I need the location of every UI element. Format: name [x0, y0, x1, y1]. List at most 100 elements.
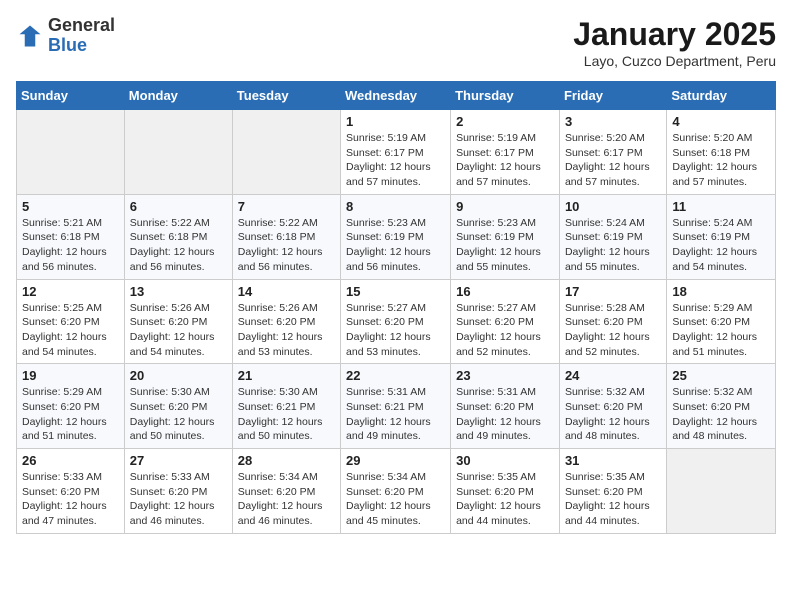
calendar-cell: 2 Sunrise: 5:19 AM Sunset: 6:17 PM Daylig… — [451, 110, 560, 195]
calendar-cell: 15Sunrise: 5:27 AM Sunset: 6:20 PM Dayli… — [341, 279, 451, 364]
day-number: 18 — [672, 284, 770, 299]
day-info: Sunrise: 5:33 AM Sunset: 6:20 PM Dayligh… — [130, 470, 227, 529]
day-info: Sunrise: 5:27 AM Sunset: 6:20 PM Dayligh… — [346, 301, 445, 360]
weekday-header: Sunday — [17, 82, 125, 110]
day-info: Sunrise: 5:20 AM Sunset: 6:17 PM Dayligh… — [565, 131, 661, 190]
calendar-cell: 13 Sunrise: 5:26 AM Sunset: 6:20 PM Dayli… — [124, 279, 232, 364]
day-info: Sunrise: 5:24 AM Sunset: 6:19 PM Dayligh… — [672, 216, 770, 275]
calendar-cell: 21 Sunrise: 5:30 AM Sunset: 6:21 PM Dayli… — [232, 364, 340, 449]
calendar-cell: 3Sunrise: 5:20 AM Sunset: 6:17 PM Daylig… — [559, 110, 666, 195]
day-number: 5 — [22, 199, 119, 214]
calendar-cell: 22 Sunrise: 5:31 AM Sunset: 6:21 PM Dayli… — [341, 364, 451, 449]
calendar-week-row: 26 Sunrise: 5:33 AM Sunset: 6:20 PM Dayli… — [17, 449, 776, 534]
calendar-cell: 7Sunrise: 5:22 AM Sunset: 6:18 PM Daylig… — [232, 194, 340, 279]
calendar-cell: 31 Sunrise: 5:35 AM Sunset: 6:20 PM Dayli… — [559, 449, 666, 534]
day-number: 12 — [22, 284, 119, 299]
calendar-cell: 16Sunrise: 5:27 AM Sunset: 6:20 PM Dayli… — [451, 279, 560, 364]
day-info: Sunrise: 5:33 AM Sunset: 6:20 PM Dayligh… — [22, 470, 119, 529]
day-number: 11 — [672, 199, 770, 214]
day-number: 1 — [346, 114, 445, 129]
day-number: 6 — [130, 199, 227, 214]
day-info: Sunrise: 5:20 AM Sunset: 6:18 PM Dayligh… — [672, 131, 770, 190]
weekday-header: Friday — [559, 82, 666, 110]
weekday-header: Monday — [124, 82, 232, 110]
calendar-cell: 18 Sunrise: 5:29 AM Sunset: 6:20 PM Dayli… — [667, 279, 776, 364]
weekday-header: Saturday — [667, 82, 776, 110]
calendar-cell: 4 Sunrise: 5:20 AM Sunset: 6:18 PM Daylig… — [667, 110, 776, 195]
calendar-cell: 30 Sunrise: 5:35 AM Sunset: 6:20 PM Dayli… — [451, 449, 560, 534]
day-info: Sunrise: 5:22 AM Sunset: 6:18 PM Dayligh… — [238, 216, 335, 275]
day-info: Sunrise: 5:23 AM Sunset: 6:19 PM Dayligh… — [346, 216, 445, 275]
day-number: 22 — [346, 368, 445, 383]
day-number: 28 — [238, 453, 335, 468]
day-number: 10 — [565, 199, 661, 214]
day-number: 8 — [346, 199, 445, 214]
calendar-cell: 29 Sunrise: 5:34 AM Sunset: 6:20 PM Dayli… — [341, 449, 451, 534]
day-info: Sunrise: 5:34 AM Sunset: 6:20 PM Dayligh… — [238, 470, 335, 529]
day-number: 27 — [130, 453, 227, 468]
day-number: 19 — [22, 368, 119, 383]
day-info: Sunrise: 5:26 AM Sunset: 6:20 PM Dayligh… — [238, 301, 335, 360]
calendar-cell: 27 Sunrise: 5:33 AM Sunset: 6:20 PM Dayli… — [124, 449, 232, 534]
logo-general: General — [48, 16, 115, 36]
calendar-cell: 9Sunrise: 5:23 AM Sunset: 6:19 PM Daylig… — [451, 194, 560, 279]
calendar-week-row: 5 Sunrise: 5:21 AM Sunset: 6:18 PM Daylig… — [17, 194, 776, 279]
day-info: Sunrise: 5:19 AM Sunset: 6:17 PM Dayligh… — [456, 131, 554, 190]
calendar-cell: 20 Sunrise: 5:30 AM Sunset: 6:20 PM Dayli… — [124, 364, 232, 449]
calendar-week-row: 1 Sunrise: 5:19 AM Sunset: 6:17 PM Daylig… — [17, 110, 776, 195]
calendar-cell: 11 Sunrise: 5:24 AM Sunset: 6:19 PM Dayli… — [667, 194, 776, 279]
day-info: Sunrise: 5:30 AM Sunset: 6:20 PM Dayligh… — [130, 385, 227, 444]
calendar-cell: 8 Sunrise: 5:23 AM Sunset: 6:19 PM Daylig… — [341, 194, 451, 279]
calendar-cell: 6 Sunrise: 5:22 AM Sunset: 6:18 PM Daylig… — [124, 194, 232, 279]
calendar-cell: 28 Sunrise: 5:34 AM Sunset: 6:20 PM Dayli… — [232, 449, 340, 534]
day-info: Sunrise: 5:35 AM Sunset: 6:20 PM Dayligh… — [456, 470, 554, 529]
calendar-cell — [232, 110, 340, 195]
day-info: Sunrise: 5:27 AM Sunset: 6:20 PM Dayligh… — [456, 301, 554, 360]
day-number: 30 — [456, 453, 554, 468]
day-info: Sunrise: 5:34 AM Sunset: 6:20 PM Dayligh… — [346, 470, 445, 529]
calendar-cell: 5 Sunrise: 5:21 AM Sunset: 6:18 PM Daylig… — [17, 194, 125, 279]
calendar-week-row: 19Sunrise: 5:29 AM Sunset: 6:20 PM Dayli… — [17, 364, 776, 449]
calendar-cell: 23Sunrise: 5:31 AM Sunset: 6:20 PM Dayli… — [451, 364, 560, 449]
location: Layo, Cuzco Department, Peru — [573, 53, 776, 69]
day-number: 26 — [22, 453, 119, 468]
day-info: Sunrise: 5:26 AM Sunset: 6:20 PM Dayligh… — [130, 301, 227, 360]
calendar-cell: 10 Sunrise: 5:24 AM Sunset: 6:19 PM Dayli… — [559, 194, 666, 279]
page-header: General Blue January 2025 Layo, Cuzco De… — [16, 16, 776, 69]
day-number: 13 — [130, 284, 227, 299]
day-info: Sunrise: 5:21 AM Sunset: 6:18 PM Dayligh… — [22, 216, 119, 275]
day-info: Sunrise: 5:31 AM Sunset: 6:20 PM Dayligh… — [456, 385, 554, 444]
day-info: Sunrise: 5:35 AM Sunset: 6:20 PM Dayligh… — [565, 470, 661, 529]
day-info: Sunrise: 5:19 AM Sunset: 6:17 PM Dayligh… — [346, 131, 445, 190]
weekday-header: Tuesday — [232, 82, 340, 110]
calendar-cell: 25Sunrise: 5:32 AM Sunset: 6:20 PM Dayli… — [667, 364, 776, 449]
calendar-cell: 26 Sunrise: 5:33 AM Sunset: 6:20 PM Dayli… — [17, 449, 125, 534]
day-info: Sunrise: 5:22 AM Sunset: 6:18 PM Dayligh… — [130, 216, 227, 275]
day-number: 4 — [672, 114, 770, 129]
logo: General Blue — [16, 16, 115, 56]
day-info: Sunrise: 5:31 AM Sunset: 6:21 PM Dayligh… — [346, 385, 445, 444]
calendar-cell — [667, 449, 776, 534]
day-info: Sunrise: 5:32 AM Sunset: 6:20 PM Dayligh… — [565, 385, 661, 444]
calendar-cell: 24 Sunrise: 5:32 AM Sunset: 6:20 PM Dayli… — [559, 364, 666, 449]
day-number: 24 — [565, 368, 661, 383]
day-number: 20 — [130, 368, 227, 383]
day-number: 31 — [565, 453, 661, 468]
calendar-cell: 14Sunrise: 5:26 AM Sunset: 6:20 PM Dayli… — [232, 279, 340, 364]
day-info: Sunrise: 5:24 AM Sunset: 6:19 PM Dayligh… — [565, 216, 661, 275]
calendar-cell: 17Sunrise: 5:28 AM Sunset: 6:20 PM Dayli… — [559, 279, 666, 364]
calendar-cell — [124, 110, 232, 195]
calendar-week-row: 12 Sunrise: 5:25 AM Sunset: 6:20 PM Dayli… — [17, 279, 776, 364]
title-block: January 2025 Layo, Cuzco Department, Per… — [573, 16, 776, 69]
day-number: 29 — [346, 453, 445, 468]
day-number: 21 — [238, 368, 335, 383]
calendar-cell: 1 Sunrise: 5:19 AM Sunset: 6:17 PM Daylig… — [341, 110, 451, 195]
calendar-cell: 12 Sunrise: 5:25 AM Sunset: 6:20 PM Dayli… — [17, 279, 125, 364]
day-info: Sunrise: 5:32 AM Sunset: 6:20 PM Dayligh… — [672, 385, 770, 444]
day-number: 17 — [565, 284, 661, 299]
day-number: 2 — [456, 114, 554, 129]
day-info: Sunrise: 5:29 AM Sunset: 6:20 PM Dayligh… — [672, 301, 770, 360]
day-info: Sunrise: 5:30 AM Sunset: 6:21 PM Dayligh… — [238, 385, 335, 444]
day-info: Sunrise: 5:25 AM Sunset: 6:20 PM Dayligh… — [22, 301, 119, 360]
calendar-table: SundayMondayTuesdayWednesdayThursdayFrid… — [16, 81, 776, 534]
